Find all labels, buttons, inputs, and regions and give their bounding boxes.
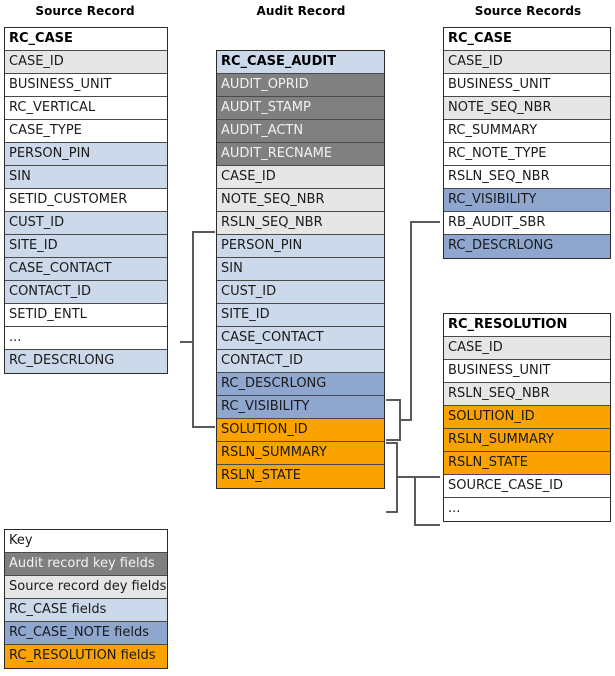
connector-resolution-link-lower xyxy=(397,476,440,526)
table-header-cell: RC_CASE xyxy=(444,28,610,51)
connector-source-case xyxy=(192,231,215,428)
field-row: AUDIT_RECNAME xyxy=(217,143,384,166)
field-row: RSLN_STATE xyxy=(217,465,384,488)
legend-item-rc-case-note-fields: RC_CASE_NOTE fields xyxy=(5,622,167,645)
field-row: SOLUTION_ID xyxy=(444,406,610,429)
field-row: AUDIT_OPRID xyxy=(217,74,384,97)
field-row: BUSINESS_UNIT xyxy=(5,74,167,97)
field-row: SIN xyxy=(217,258,384,281)
legend-header: Key xyxy=(5,530,167,553)
field-row: CASE_CONTACT xyxy=(5,258,167,281)
field-row: ... xyxy=(5,327,167,350)
field-row: SITE_ID xyxy=(5,235,167,258)
field-row: RSLN_SEQ_NBR xyxy=(217,212,384,235)
field-row: RSLN_STATE xyxy=(444,452,610,475)
caption-source-record: Source Record xyxy=(35,4,135,18)
field-row: SITE_ID xyxy=(217,304,384,327)
field-row: BUSINESS_UNIT xyxy=(444,74,610,97)
field-row: NOTE_SEQ_NBR xyxy=(217,189,384,212)
field-row: SOLUTION_ID xyxy=(217,419,384,442)
field-row: CASE_ID xyxy=(5,51,167,74)
field-row: CUST_ID xyxy=(217,281,384,304)
field-row: RC_SUMMARY xyxy=(444,120,610,143)
field-row: RC_VISIBILITY xyxy=(444,189,610,212)
legend-key: Key Audit record key fields Source recor… xyxy=(4,529,168,669)
field-row: CONTACT_ID xyxy=(217,350,384,373)
field-row: BUSINESS_UNIT xyxy=(444,360,610,383)
field-row: SETID_ENTL xyxy=(5,304,167,327)
connector-note-link xyxy=(400,221,440,421)
table-source-rc-case: RC_CASE CASE_ID BUSINESS_UNIT RC_VERTICA… xyxy=(4,27,168,374)
connector-audit-resolution-brace xyxy=(386,442,398,513)
table-target-rc-resolution: RC_RESOLUTION CASE_ID BUSINESS_UNIT RSLN… xyxy=(443,313,611,522)
field-row: SOURCE_CASE_ID xyxy=(444,475,610,498)
field-row: NOTE_SEQ_NBR xyxy=(444,97,610,120)
legend-item-audit-key-fields: Audit record key fields xyxy=(5,553,167,576)
table-header-cell: RC_CASE_AUDIT xyxy=(217,51,384,74)
legend-item-rc-resolution-fields: RC_RESOLUTION fields xyxy=(5,645,167,668)
field-row: AUDIT_STAMP xyxy=(217,97,384,120)
diagram-canvas: Source Record Audit Record Source Record… xyxy=(0,0,615,676)
field-row: RSLN_SUMMARY xyxy=(217,442,384,465)
field-row: RC_NOTE_TYPE xyxy=(444,143,610,166)
legend-item-source-key-fields: Source record dey fields xyxy=(5,576,167,599)
caption-audit-record: Audit Record xyxy=(256,4,346,18)
field-row: RC_VERTICAL xyxy=(5,97,167,120)
table-header-cell: RC_CASE xyxy=(5,28,167,51)
field-row: AUDIT_ACTN xyxy=(217,120,384,143)
field-row: RC_VISIBILITY xyxy=(217,396,384,419)
field-row: CASE_ID xyxy=(444,51,610,74)
field-row: RC_DESCRLONG xyxy=(444,235,610,258)
field-row: RSLN_SUMMARY xyxy=(444,429,610,452)
field-row: PERSON_PIN xyxy=(217,235,384,258)
caption-source-records: Source Records xyxy=(474,4,582,18)
field-row: CONTACT_ID xyxy=(5,281,167,304)
field-row: RC_DESCRLONG xyxy=(5,350,167,373)
field-row: RC_DESCRLONG xyxy=(217,373,384,396)
table-header-cell: RC_RESOLUTION xyxy=(444,314,610,337)
field-row: RB_AUDIT_SBR xyxy=(444,212,610,235)
field-row: SETID_CUSTOMER xyxy=(5,189,167,212)
field-row: CASE_ID xyxy=(217,166,384,189)
table-audit-rc-case-audit: RC_CASE_AUDIT AUDIT_OPRID AUDIT_STAMP AU… xyxy=(216,50,385,489)
field-row: RSLN_SEQ_NBR xyxy=(444,166,610,189)
field-row: CASE_ID xyxy=(444,337,610,360)
connector-audit-note-brace xyxy=(386,399,401,441)
table-target-rc-case: RC_CASE CASE_ID BUSINESS_UNIT NOTE_SEQ_N… xyxy=(443,27,611,259)
field-row: ... xyxy=(444,498,610,521)
field-row: CASE_CONTACT xyxy=(217,327,384,350)
field-row: SIN xyxy=(5,166,167,189)
field-row: CASE_TYPE xyxy=(5,120,167,143)
field-row: PERSON_PIN xyxy=(5,143,167,166)
legend-item-rc-case-fields: RC_CASE fields xyxy=(5,599,167,622)
field-row: RSLN_SEQ_NBR xyxy=(444,383,610,406)
field-row: CUST_ID xyxy=(5,212,167,235)
